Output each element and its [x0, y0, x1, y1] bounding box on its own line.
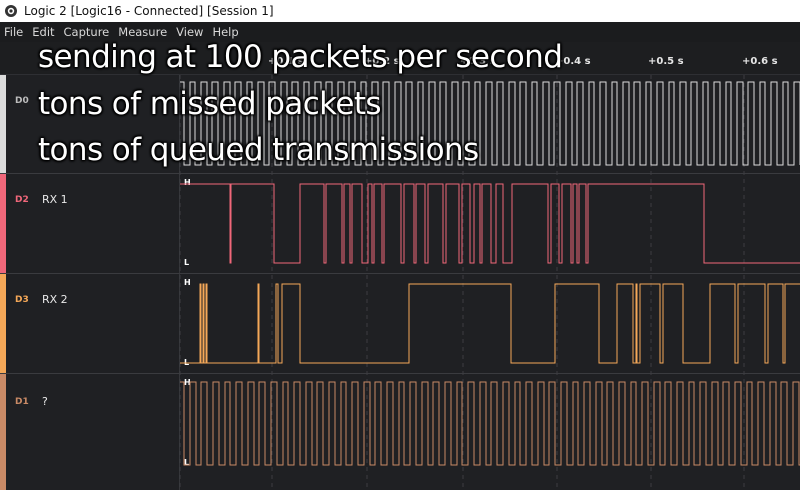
channel-id: D3 — [15, 295, 29, 305]
channel-color-strip — [0, 274, 6, 373]
ruler-tick-label: +0.6 s — [742, 56, 778, 67]
level-low-label: L — [184, 358, 190, 367]
label-pane-divider — [179, 274, 180, 373]
channel-id: D1 — [15, 397, 29, 407]
label-pane-divider — [179, 374, 180, 490]
window-titlebar: Logic 2 [Logic16 - Connected] [Session 1… — [0, 0, 800, 22]
channel-row-d3[interactable]: D3 RX 2 H L — [0, 274, 800, 374]
caption-line: tons of queued transmissions — [38, 132, 479, 168]
caption-overlay: sending at 100 packets per second tons o… — [38, 34, 563, 174]
channel-color-strip — [0, 374, 6, 490]
caption-line: sending at 100 packets per second — [38, 39, 563, 75]
level-low-label: L — [184, 258, 190, 267]
menu-file[interactable]: File — [4, 25, 23, 39]
level-high-label: H — [184, 378, 191, 387]
channel-row-d2[interactable]: D2 RX 1 H L — [0, 174, 800, 274]
level-high-label: H — [184, 178, 191, 187]
level-low-label: L — [184, 458, 190, 467]
channel-color-strip — [0, 174, 6, 273]
channel-row-d1[interactable]: D1 ? H L — [0, 374, 800, 490]
caption-line: tons of missed packets — [38, 85, 382, 122]
channel-id: D2 — [15, 195, 29, 205]
channel-name[interactable]: RX 2 — [42, 293, 68, 306]
level-high-label: H — [184, 278, 191, 287]
label-pane-divider — [179, 174, 180, 273]
channel-id: D0 — [15, 96, 29, 106]
logic-app-icon — [5, 5, 17, 17]
channel-name[interactable]: ? — [42, 395, 48, 408]
ruler-tick-label: +0.5 s — [648, 56, 684, 67]
channel-name[interactable]: RX 1 — [42, 193, 68, 206]
channel-color-strip — [0, 75, 6, 173]
window-title: Logic 2 [Logic16 - Connected] [Session 1… — [24, 4, 274, 18]
